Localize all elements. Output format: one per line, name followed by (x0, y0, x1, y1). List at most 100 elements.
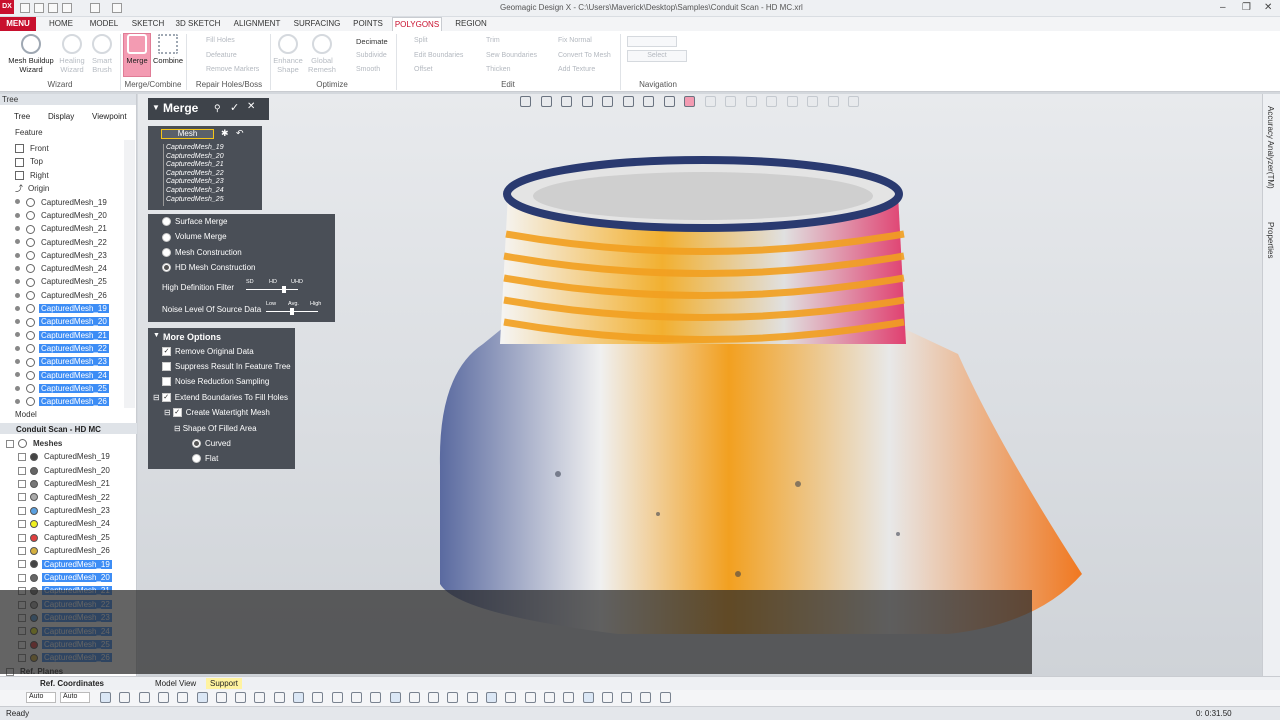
tree-mesh-item[interactable]: CapturedMesh_19 (15, 302, 109, 315)
tree-mesh-item[interactable]: CapturedMesh_25 (15, 382, 109, 395)
view-tool-icon[interactable] (540, 96, 552, 107)
enhance-shape-button[interactable]: Enhance Shape (272, 34, 304, 74)
tab-points[interactable]: POINTS (350, 17, 386, 31)
model-mesh-item[interactable]: CapturedMesh_19 (18, 450, 112, 463)
model-mesh-item[interactable]: CapturedMesh_25 (18, 531, 112, 544)
tree-mesh-item[interactable]: CapturedMesh_23 (15, 249, 109, 262)
tab-viewpoint[interactable]: Viewpoint (92, 112, 127, 121)
app-logo[interactable]: DX (0, 0, 14, 14)
preview-icon[interactable]: ⚲ (214, 103, 221, 114)
slider-thumb[interactable] (290, 308, 294, 315)
selection-tool-icon[interactable] (138, 692, 150, 703)
model-mesh-item[interactable]: CapturedMesh_22 (18, 491, 112, 504)
visibility-dot[interactable] (15, 265, 20, 271)
smart-brush-button[interactable]: Smart Brush (88, 34, 116, 74)
model-mesh-item[interactable]: CapturedMesh_21 (18, 477, 112, 490)
model-mesh-item[interactable]: CapturedMesh_20 (18, 464, 112, 477)
selection-tool-icon[interactable] (100, 692, 111, 703)
tree-mesh-item[interactable]: CapturedMesh_25 (15, 275, 109, 288)
selection-tool-icon[interactable] (331, 692, 343, 703)
selection-tool-icon[interactable] (177, 692, 189, 703)
visibility-checkbox[interactable] (18, 520, 26, 529)
selection-tool-icon[interactable] (370, 692, 382, 703)
convert-to-mesh-button[interactable]: Convert To Mesh (558, 52, 611, 59)
tab-polygons[interactable]: POLYGONS (392, 17, 442, 31)
merge-mesh-item[interactable]: CapturedMesh_25 (166, 196, 224, 204)
save-icon[interactable] (48, 3, 58, 13)
model-mesh-item[interactable]: CapturedMesh_24 (18, 517, 112, 530)
selection-tool-icon[interactable] (157, 692, 169, 703)
split-button[interactable]: Split (414, 37, 428, 44)
suppress-result-checkbox[interactable]: Suppress Result In Feature Tree (162, 362, 291, 372)
visibility-dot[interactable] (15, 305, 20, 311)
view-tool-icon[interactable] (520, 96, 531, 107)
accuracy-analyzer-tab[interactable]: Accuracy Analyzer(TM) (1266, 106, 1275, 189)
tree-mesh-item[interactable]: CapturedMesh_24 (15, 369, 109, 382)
slider-thumb[interactable] (282, 286, 286, 293)
merge-mesh-item[interactable]: CapturedMesh_19 (166, 144, 224, 152)
new-file-icon[interactable] (20, 3, 30, 13)
expander-icon[interactable]: ⊟ (164, 408, 171, 417)
selection-tool-icon[interactable] (563, 692, 575, 703)
selection-tool-icon[interactable] (235, 692, 247, 703)
tree-mesh-item[interactable]: CapturedMesh_21 (15, 329, 109, 342)
open-file-icon[interactable] (34, 3, 44, 13)
merge-mesh-item[interactable]: CapturedMesh_22 (166, 170, 224, 178)
tree-mesh-item[interactable]: CapturedMesh_20 (15, 209, 109, 222)
selection-tool-icon[interactable] (389, 692, 401, 703)
tree-origin[interactable]: ⤴ Origin (15, 182, 51, 195)
expander-icon[interactable]: ⊟ (153, 393, 160, 402)
method-radio[interactable]: Surface Merge (162, 217, 227, 227)
remove-markers-button[interactable]: Remove Markers (206, 66, 259, 73)
selection-tool-icon[interactable] (621, 692, 633, 703)
visibility-checkbox[interactable] (18, 547, 26, 556)
selection-tool-icon[interactable] (293, 692, 304, 703)
noise-level-slider[interactable]: Low Avg. High (266, 301, 322, 317)
view-tool-icon[interactable] (622, 96, 634, 107)
navigation-dropdown[interactable] (627, 36, 677, 47)
selection-tool-icon[interactable] (505, 692, 517, 703)
method-radio[interactable]: HD Mesh Construction (162, 263, 255, 273)
selection-tool-icon[interactable] (196, 692, 208, 703)
view-tool-icon[interactable] (745, 96, 757, 107)
tree-mesh-item[interactable]: CapturedMesh_22 (15, 236, 109, 249)
selection-tool-icon[interactable] (466, 692, 478, 703)
close-icon[interactable]: ✕ (1264, 2, 1272, 13)
healing-wizard-button[interactable]: Healing Wizard (58, 34, 86, 74)
merge-mesh-item[interactable]: CapturedMesh_23 (166, 178, 224, 186)
visibility-checkbox[interactable] (18, 493, 26, 502)
view-tool-icon[interactable] (704, 96, 716, 107)
method-radio[interactable]: Mesh Construction (162, 248, 242, 257)
reset-selection-icon[interactable]: ↶ (236, 128, 244, 139)
meshes-group[interactable]: Meshes (6, 437, 64, 450)
mesh-field-label[interactable]: Mesh (161, 129, 214, 139)
mesh-list[interactable]: CapturedMesh_19 CapturedMesh_20 CapturedMe… (163, 144, 248, 206)
visibility-dot[interactable] (15, 212, 20, 218)
add-texture-button[interactable]: Add Texture (558, 66, 595, 73)
watertight-checkbox[interactable]: ⊟ ✓ Create Watertight Mesh (164, 408, 270, 418)
visibility-dot[interactable] (15, 398, 20, 404)
3d-viewport[interactable] (138, 94, 1262, 676)
visibility-dot[interactable] (15, 252, 20, 258)
combine-button[interactable]: Combine (152, 34, 184, 65)
tab-support[interactable]: Support (206, 678, 243, 689)
conduit-scan-mesh[interactable] (138, 94, 1262, 676)
tab-home[interactable]: HOME (44, 17, 78, 31)
shape-curved-radio[interactable]: Curved (192, 439, 231, 449)
tree-mesh-item[interactable]: CapturedMesh_23 (15, 355, 109, 368)
tab-3d-sketch[interactable]: 3D SKETCH (174, 17, 222, 31)
global-remesh-button[interactable]: Global Remesh (306, 34, 338, 74)
selection-tool-icon[interactable] (640, 692, 652, 703)
properties-tab[interactable]: Properties (1266, 222, 1275, 258)
visibility-dot[interactable] (15, 199, 20, 205)
model-mesh-item[interactable]: CapturedMesh_23 (18, 504, 112, 517)
view-tool-icon[interactable] (684, 96, 695, 107)
selection-tool-icon[interactable] (486, 692, 497, 703)
selection-tool-icon[interactable] (601, 692, 613, 703)
selection-tool-icon[interactable] (273, 692, 285, 703)
shape-flat-radio[interactable]: Flat (192, 454, 218, 464)
smooth-button[interactable]: Smooth (356, 66, 380, 73)
edit-boundaries-button[interactable]: Edit Boundaries (414, 52, 463, 59)
visibility-checkbox[interactable] (18, 573, 26, 582)
noise-reduction-checkbox[interactable]: Noise Reduction Sampling (162, 377, 269, 387)
